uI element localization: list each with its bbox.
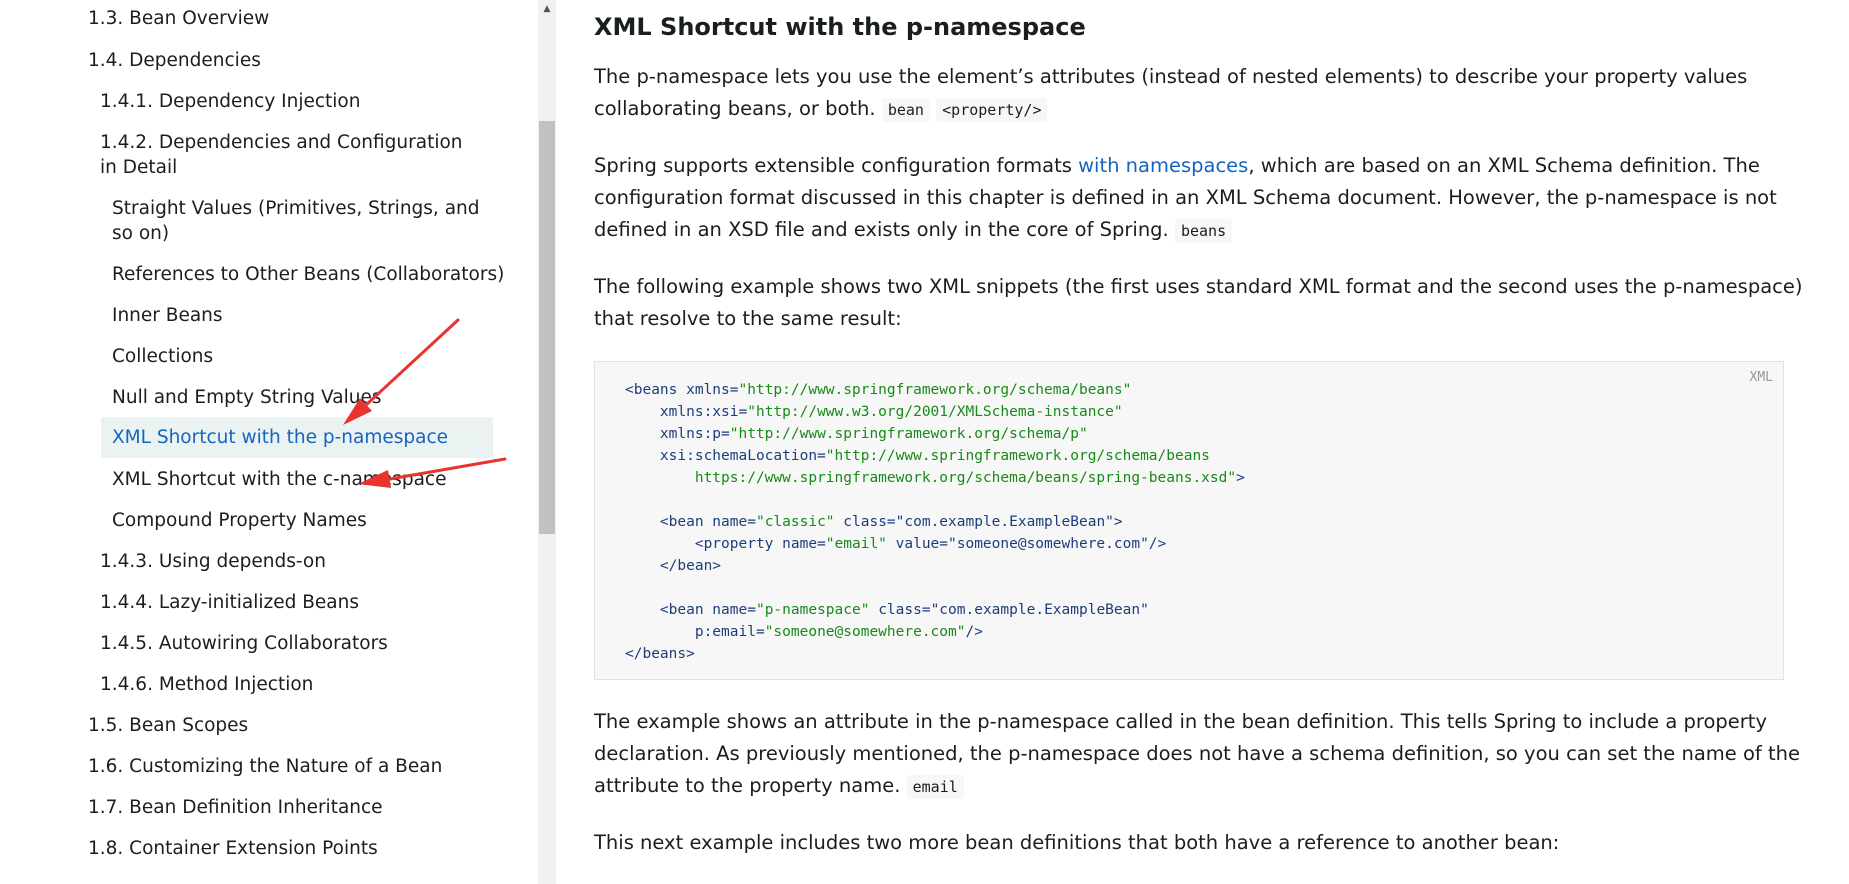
code-line: xsi:schemaLocation="http://www.springfra… — [659, 448, 1210, 464]
paragraph-explanation: The example shows an attribute in the p-… — [594, 706, 1844, 803]
toc-item-compound-property-names[interactable]: Compound Property Names — [112, 508, 367, 533]
toc-item-collections[interactable]: Collections — [112, 344, 213, 369]
paragraph-intro: The p-namespace lets you use the element… — [594, 61, 1844, 126]
toc-item-customizing-nature[interactable]: 1.6. Customizing the Nature of a Bean — [88, 754, 442, 779]
paragraph-namespaces-text: Spring supports extensible configuration… — [594, 154, 1072, 177]
toc-item-inner-beans[interactable]: Inner Beans — [112, 303, 223, 328]
xml-code-block: XML <beans xmlns="http://www.springframe… — [594, 361, 1784, 680]
paragraph-example-intro: The following example shows two XML snip… — [594, 275, 1803, 330]
code-line: </bean> — [625, 558, 722, 574]
paragraph-intro-text: The p-namespace lets you use the element… — [594, 65, 1748, 120]
code-line: p:email="someone@somewhere.com"/> — [694, 624, 983, 640]
toc-item-bean-overview[interactable]: 1.3. Bean Overview — [88, 6, 269, 31]
toc-item-null-empty-string[interactable]: Null and Empty String Values — [112, 385, 381, 410]
paragraph-namespaces: Spring supports extensible configuration… — [594, 150, 1844, 247]
scroll-up-arrow-icon[interactable]: ▲ — [538, 0, 556, 18]
toc-item-dependencies[interactable]: 1.4. Dependencies — [88, 48, 261, 73]
scrollbar-thumb[interactable] — [539, 121, 555, 534]
toc-item-autowiring-collaborators[interactable]: 1.4.5. Autowiring Collaborators — [100, 631, 388, 656]
toc-item-c-namespace[interactable]: XML Shortcut with the c-namespace — [112, 467, 446, 492]
toc-sidebar: 1.3. Bean Overview 1.4. Dependencies 1.4… — [0, 0, 538, 884]
paragraph-next-example: This next example includes two more bean… — [594, 831, 1560, 854]
code-content: <beans xmlns="http://www.springframework… — [625, 379, 1245, 665]
section-heading: XML Shortcut with the p-namespace — [594, 13, 1086, 41]
toc-item-dependencies-configuration[interactable]: 1.4.2. Dependencies and Configuration in… — [100, 130, 480, 180]
code-language-label: XML — [1749, 370, 1773, 385]
toc-item-lazy-initialized-beans[interactable]: 1.4.4. Lazy-initialized Beans — [100, 590, 359, 615]
toc-item-straight-values[interactable]: Straight Values (Primitives, Strings, an… — [112, 196, 492, 246]
with-namespaces-link[interactable]: with namespaces — [1078, 154, 1248, 177]
toc-item-references-other-beans[interactable]: References to Other Beans (Collaborators… — [112, 262, 504, 287]
toc-item-container-extension-points[interactable]: 1.8. Container Extension Points — [88, 836, 378, 861]
toc-item-dependency-injection[interactable]: 1.4.1. Dependency Injection — [100, 89, 360, 114]
code-line: <property name="email" value="someone@so… — [625, 536, 1167, 552]
code-line: https://www.springframework.org/schema/b… — [694, 470, 1245, 486]
toc-item-bean-scopes[interactable]: 1.5. Bean Scopes — [88, 713, 248, 738]
code-line: <beans xmlns="http://www.springframework… — [625, 382, 1132, 398]
inline-code-beans: beans — [1174, 219, 1233, 243]
inline-code-bean: bean — [881, 98, 930, 122]
toc-item-method-injection[interactable]: 1.4.6. Method Injection — [100, 672, 313, 697]
toc-item-definition-inheritance[interactable]: 1.7. Bean Definition Inheritance — [88, 795, 383, 820]
code-line: xmlns:p="http://www.springframework.org/… — [659, 426, 1088, 442]
toc-item-p-namespace[interactable]: XML Shortcut with the p-namespace — [101, 417, 493, 458]
code-line: <bean name="classic" class="com.example.… — [625, 514, 1123, 530]
inline-code-property: <property/> — [936, 98, 1048, 122]
paragraph-explanation-text: The example shows an attribute in the p-… — [594, 710, 1800, 797]
code-line: xmlns:xsi="http://www.w3.org/2001/XMLSch… — [659, 404, 1123, 420]
inline-code-email: email — [906, 775, 964, 799]
sidebar-scrollbar[interactable]: ▲ — [538, 0, 556, 884]
toc-item-depends-on[interactable]: 1.4.3. Using depends-on — [100, 549, 326, 574]
code-line: </beans> — [625, 646, 695, 662]
main-content: XML Shortcut with the p-namespace The p-… — [556, 0, 1849, 884]
code-line: <bean name="p-namespace" class="com.exam… — [625, 602, 1149, 618]
